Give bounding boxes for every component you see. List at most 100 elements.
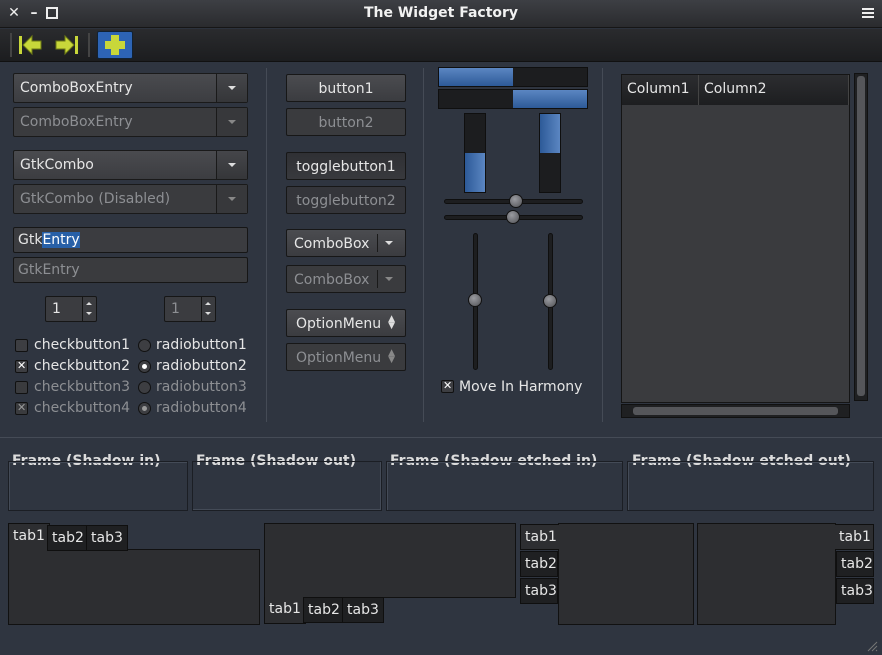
- toolbar-separator: [10, 33, 12, 57]
- combobox-button[interactable]: ComboBox: [286, 229, 406, 257]
- chevron-down-icon: [385, 241, 393, 245]
- frame-shadow-etched-out: [627, 461, 874, 511]
- notebook-bottom-tab2[interactable]: tab2: [303, 597, 345, 623]
- combo-box-entry-text: ComboBoxEntry: [20, 80, 133, 96]
- notebook-bottom-tab1[interactable]: tab1: [264, 597, 306, 624]
- togglebutton1[interactable]: togglebutton1: [286, 152, 406, 180]
- chevron-down-icon[interactable]: [216, 151, 247, 179]
- spin-button-1[interactable]: 1: [45, 296, 97, 322]
- up-down-icon: ▲ ▼: [388, 314, 395, 331]
- button1[interactable]: button1: [286, 74, 406, 102]
- chevron-down-icon: [216, 185, 247, 213]
- chevron-down-icon: [205, 312, 211, 315]
- window-title: The Widget Factory: [363, 5, 519, 21]
- spin-value: 1: [171, 301, 180, 317]
- checkbutton4-label: checkbutton4: [34, 400, 131, 416]
- vertical-separator: [266, 68, 267, 422]
- togglebutton2-disabled: togglebutton2: [286, 186, 406, 214]
- chevron-down-icon[interactable]: [216, 74, 247, 102]
- menu-icon[interactable]: [860, 5, 876, 21]
- column-header-2[interactable]: Column2: [699, 75, 849, 105]
- gtk-entry-text: GtkEntry: [18, 232, 80, 248]
- chevron-up-icon[interactable]: [86, 302, 92, 305]
- gtk-combo-disabled: GtkCombo (Disabled): [13, 184, 248, 214]
- notebook-left-tab3[interactable]: tab3: [520, 578, 558, 604]
- combo-box-entry[interactable]: ComboBoxEntry: [13, 73, 248, 103]
- chevron-up-icon: [205, 302, 211, 305]
- column-header-1[interactable]: Column1: [622, 75, 699, 105]
- radiobutton2-circle[interactable]: [138, 360, 151, 373]
- combobox-divider: [377, 234, 378, 252]
- horizontal-scrollbar-thumb[interactable]: [633, 407, 838, 415]
- gtk-combo-text: GtkCombo: [20, 157, 94, 173]
- spin-arrows[interactable]: [82, 297, 96, 321]
- chevron-down-icon: [216, 108, 247, 136]
- resize-grip-icon[interactable]: [866, 640, 878, 652]
- horizontal-scrollbar[interactable]: [621, 404, 850, 418]
- gtk-entry[interactable]: GtkEntry: [13, 227, 248, 253]
- go-first-icon[interactable]: [17, 32, 45, 58]
- combobox-divider: [377, 270, 378, 288]
- toolbar: [0, 29, 882, 62]
- vscale-1-knob[interactable]: [468, 293, 482, 307]
- radiobutton1-label[interactable]: radiobutton1: [156, 337, 247, 353]
- notebook-right-page: [697, 523, 836, 625]
- frame-shadow-etched-in: [386, 461, 623, 511]
- add-icon: [105, 35, 125, 55]
- notebook-right-tab2[interactable]: tab2: [836, 551, 874, 577]
- combobox-button-disabled: ComboBox: [286, 265, 406, 293]
- go-last-icon[interactable]: [52, 32, 80, 58]
- frame-shadow-in: [8, 461, 188, 511]
- vertical-scrollbar[interactable]: [854, 73, 868, 401]
- frame-shadow-out: [192, 461, 382, 511]
- toolbar-separator: [88, 33, 90, 57]
- hscale-2-knob[interactable]: [506, 210, 520, 224]
- radiobutton2-label[interactable]: radiobutton2: [156, 358, 247, 374]
- progress-bar-vertical-1: [464, 113, 486, 193]
- checkbutton1-box[interactable]: [15, 339, 28, 352]
- add-button[interactable]: [97, 31, 133, 59]
- vscale-2-knob[interactable]: [543, 294, 557, 308]
- notebook-top-tab1[interactable]: tab1: [8, 523, 50, 550]
- combo-box-entry-disabled-text: ComboBoxEntry: [20, 114, 133, 130]
- spin-arrows: [201, 297, 215, 321]
- vertical-scrollbar-thumb[interactable]: [857, 76, 865, 396]
- progress-fill: [439, 68, 513, 86]
- checkbutton2-label[interactable]: checkbutton2: [34, 358, 130, 374]
- notebook-top-tab2[interactable]: tab2: [47, 525, 89, 551]
- progress-fill: [513, 90, 587, 108]
- notebook-bottom-tab3[interactable]: tab3: [342, 597, 384, 623]
- progress-fill: [465, 153, 485, 192]
- option-menu-label: OptionMenu: [296, 316, 382, 332]
- radiobutton4-label: radiobutton4: [156, 400, 247, 416]
- progress-bar-vertical-2: [539, 113, 561, 193]
- notebook-left-page: [558, 523, 694, 625]
- checkbutton4-box: [15, 401, 28, 415]
- notebook-right-tab1[interactable]: tab1: [835, 524, 874, 550]
- gtk-combo[interactable]: GtkCombo: [13, 150, 248, 180]
- progress-bar-horizontal-1: [438, 67, 588, 87]
- move-in-harmony-check[interactable]: [441, 379, 454, 393]
- title-bar: ✕ – The Widget Factory: [0, 0, 882, 28]
- spin-value: 1: [52, 301, 61, 317]
- chevron-down-icon: [385, 277, 393, 281]
- radiobutton1-circle[interactable]: [138, 339, 151, 352]
- checkbutton1-label[interactable]: checkbutton1: [34, 337, 130, 353]
- notebook-top-tab3[interactable]: tab3: [86, 525, 128, 551]
- checkbutton2-box[interactable]: [15, 359, 28, 373]
- gtk-entry-disabled: GtkEntry: [13, 257, 248, 283]
- hscale-1-knob[interactable]: [509, 194, 523, 208]
- entry-text-prefix: Gtk: [18, 232, 43, 248]
- option-menu[interactable]: OptionMenu ▲ ▼: [286, 309, 406, 337]
- gtk-combo-disabled-text: GtkCombo (Disabled): [20, 191, 171, 207]
- notebook-left-tab1[interactable]: tab1: [520, 524, 559, 550]
- vertical-separator: [423, 68, 424, 422]
- notebook-left-tab2[interactable]: tab2: [520, 551, 558, 577]
- horizontal-separator: [0, 437, 882, 438]
- chevron-down-icon[interactable]: [86, 312, 92, 315]
- move-in-harmony-label[interactable]: Move In Harmony: [459, 379, 582, 395]
- tree-view[interactable]: Column1 Column2: [621, 74, 850, 403]
- notebook-right-tab3[interactable]: tab3: [836, 578, 874, 604]
- combo-box-entry-disabled: ComboBoxEntry: [13, 107, 248, 137]
- spin-button-2-disabled: 1: [164, 296, 216, 322]
